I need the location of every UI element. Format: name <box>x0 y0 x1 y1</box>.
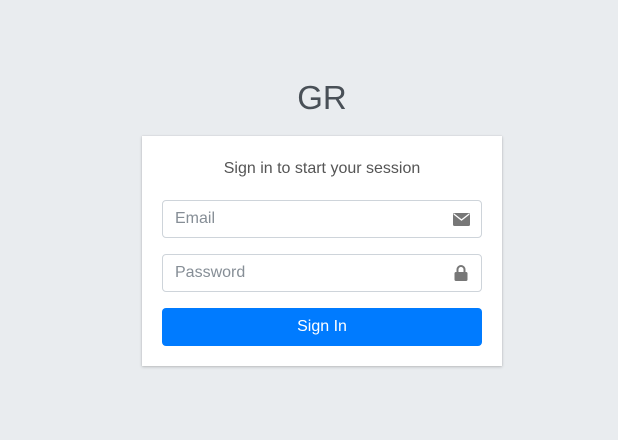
password-input[interactable] <box>163 255 443 291</box>
login-box-message: Sign in to start your session <box>223 160 421 177</box>
login-card: Sign in to start your session Sign In <box>142 136 502 366</box>
password-field[interactable] <box>162 254 482 292</box>
email-field[interactable] <box>162 200 482 238</box>
email-input[interactable] <box>163 201 443 237</box>
lock-icon <box>452 265 470 281</box>
login-page: GR Sign in to start your session Sign In <box>0 0 618 440</box>
envelope-icon <box>452 211 470 227</box>
app-logo[interactable]: GR <box>142 77 502 119</box>
sign-in-button[interactable]: Sign In <box>162 308 482 346</box>
